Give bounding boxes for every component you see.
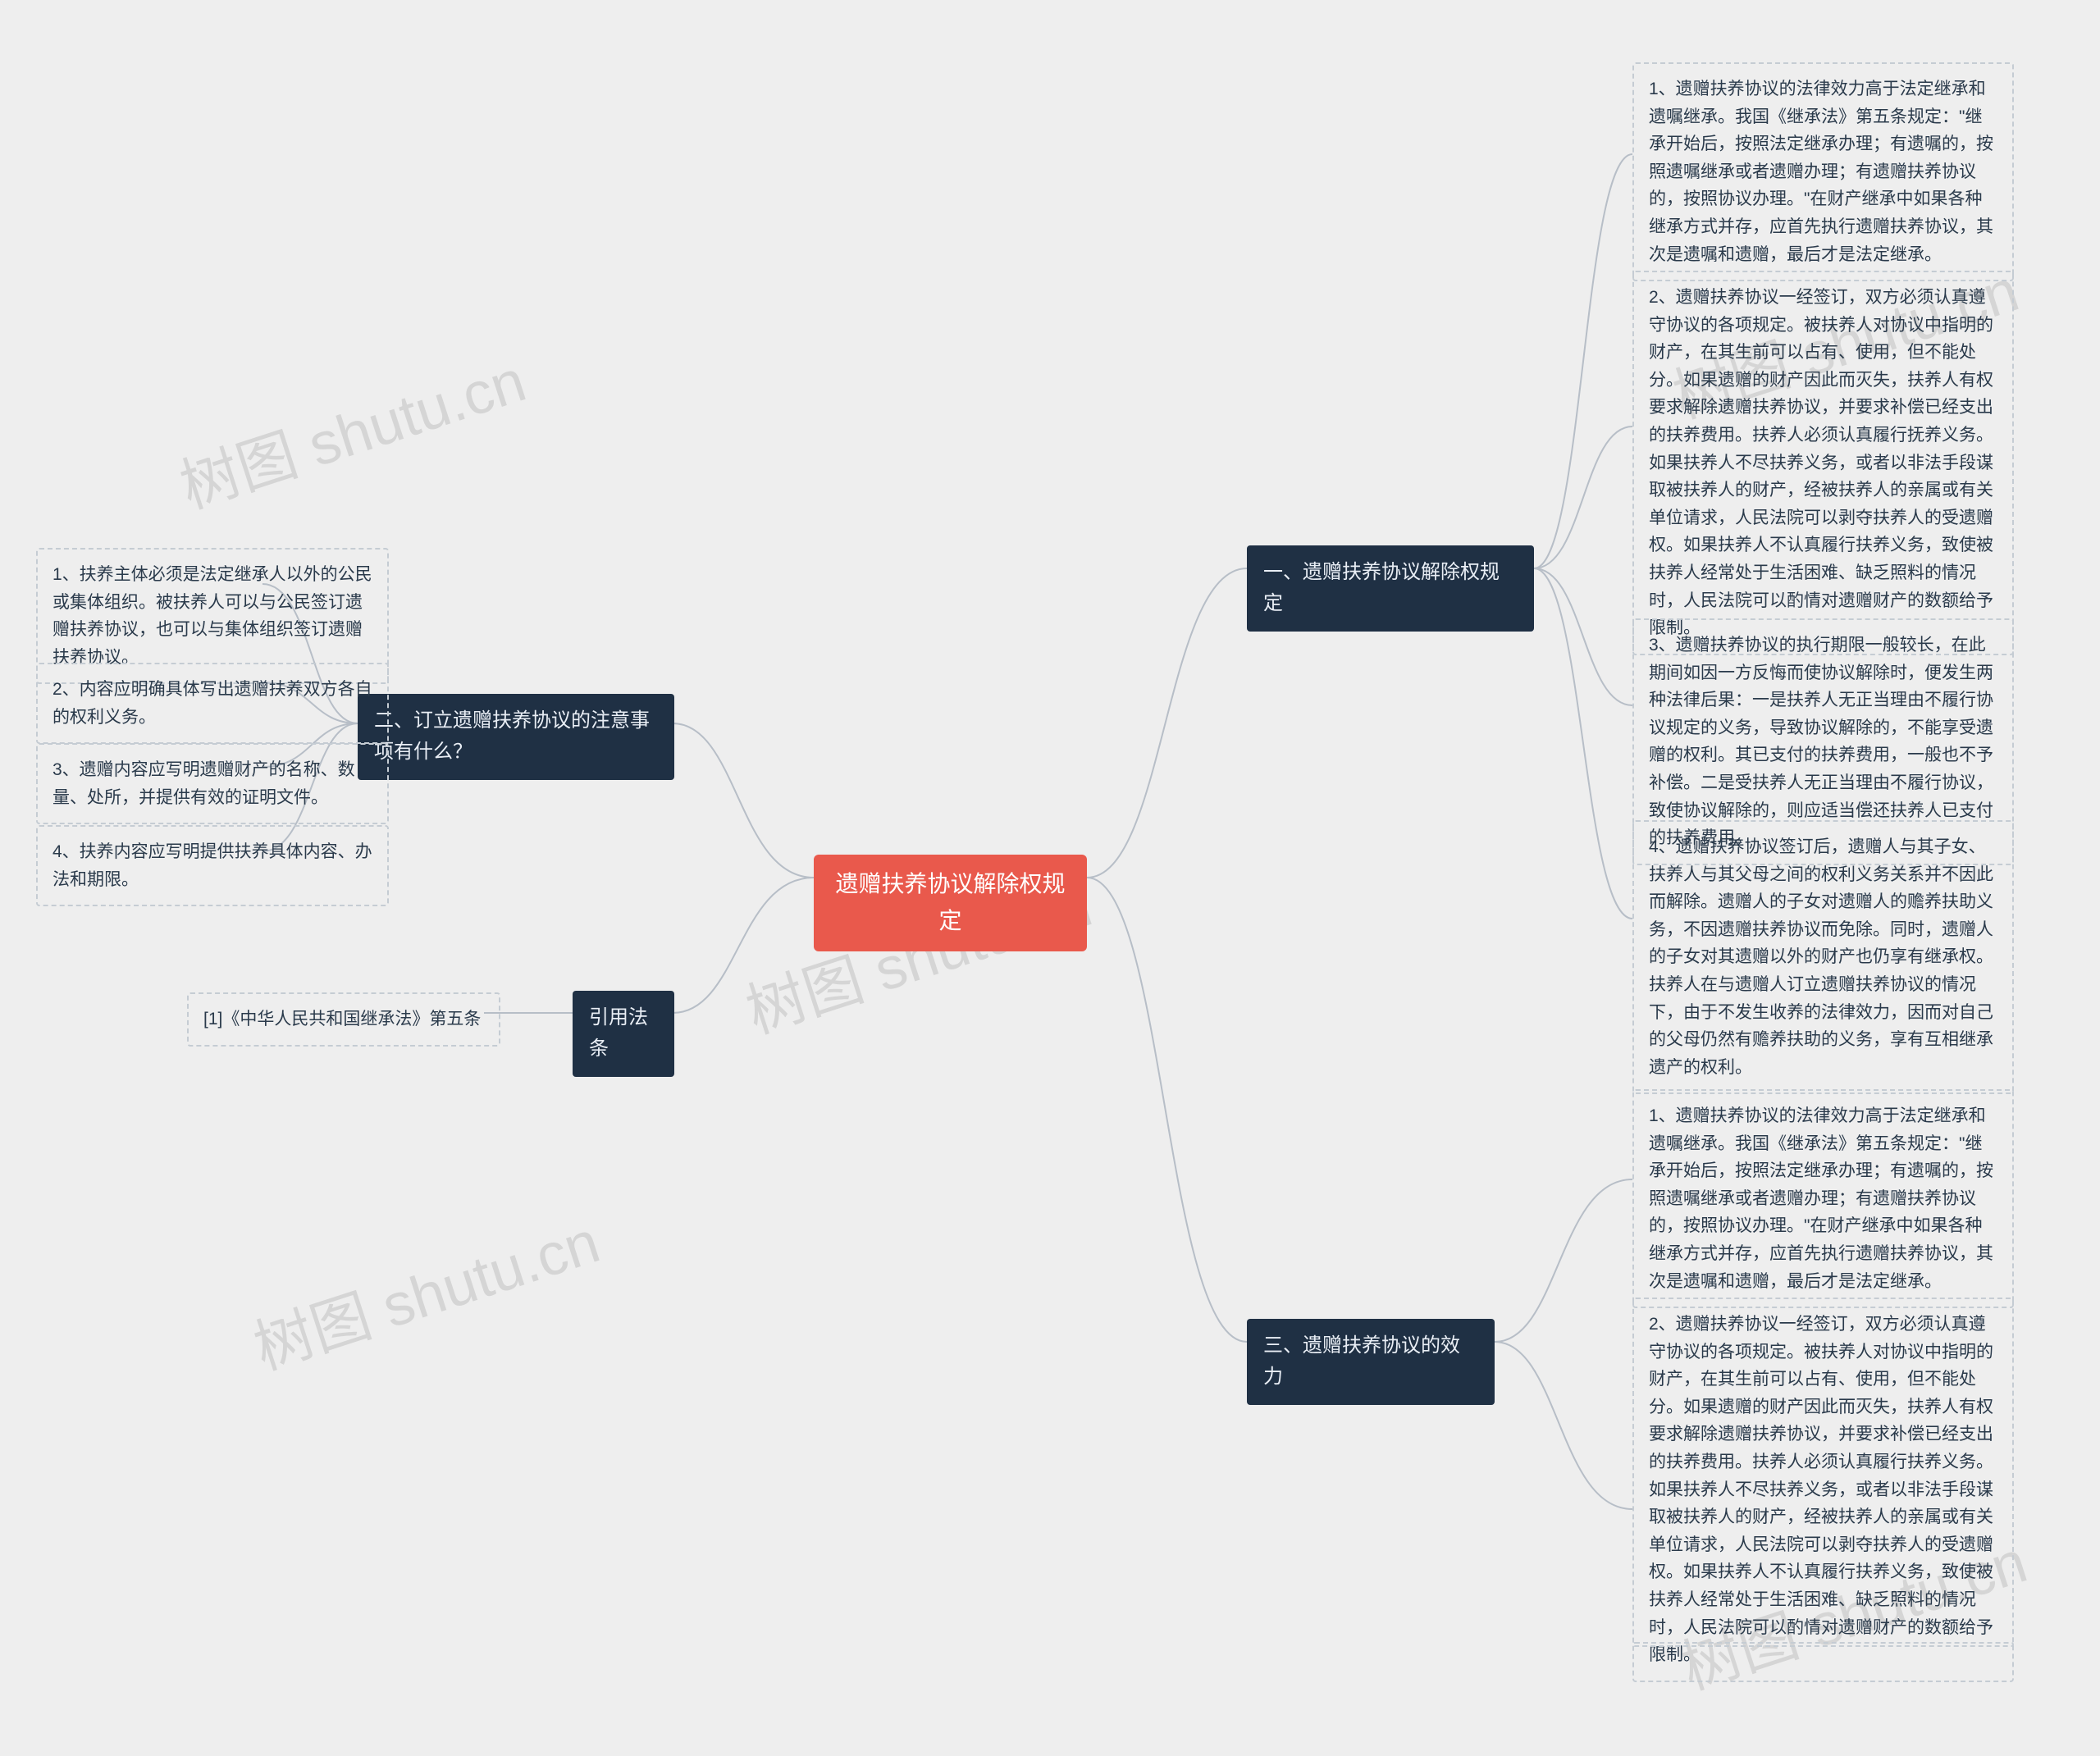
effect-item-1: 1、遗赠扶养协议的法律效力高于法定继承和遗嘱继承。我国《继承法》第五条规定："继…	[1632, 1089, 2014, 1308]
center-node[interactable]: 遗赠扶养协议解除权规定	[814, 855, 1087, 951]
rules-item-2: 2、遗赠扶养协议一经签订，双方必须认真遵守协议的各项规定。被扶养人对协议中指明的…	[1632, 271, 2014, 655]
law-item-1: [1]《中华人民共和国继承法》第五条	[187, 992, 500, 1047]
watermark: 树图 shutu.cn	[241, 1193, 608, 1386]
effect-item-sliver	[1632, 1642, 2014, 1647]
rules-item-1: 1、遗赠扶养协议的法律效力高于法定继承和遗嘱继承。我国《继承法》第五条规定："继…	[1632, 62, 2014, 281]
branch-rules[interactable]: 一、遗赠扶养协议解除权规定	[1247, 545, 1534, 632]
branch-effect[interactable]: 三、遗赠扶养协议的效力	[1247, 1319, 1495, 1405]
rules-item-4: 4、遗赠扶养协议签订后，遗赠人与其子女、扶养人与其父母之间的权利义务关系并不因此…	[1632, 820, 2014, 1094]
notes-item-2: 2、内容应明确具体写出遗赠扶养双方各自的权利义务。	[36, 663, 389, 744]
notes-item-4: 4、扶养内容应写明提供扶养具体内容、办法和期限。	[36, 825, 389, 906]
watermark: 树图 shutu.cn	[167, 332, 534, 525]
notes-item-3: 3、遗赠内容应写明遗赠财产的名称、数量、处所，并提供有效的证明文件。	[36, 743, 389, 824]
branch-notes[interactable]: 二、订立遗赠扶养协议的注意事项有什么？	[358, 694, 674, 780]
effect-item-2: 2、遗赠扶养协议一经签订，双方必须认真遵守协议的各项规定。被扶养人对协议中指明的…	[1632, 1298, 2014, 1682]
branch-law[interactable]: 引用法条	[573, 991, 674, 1077]
